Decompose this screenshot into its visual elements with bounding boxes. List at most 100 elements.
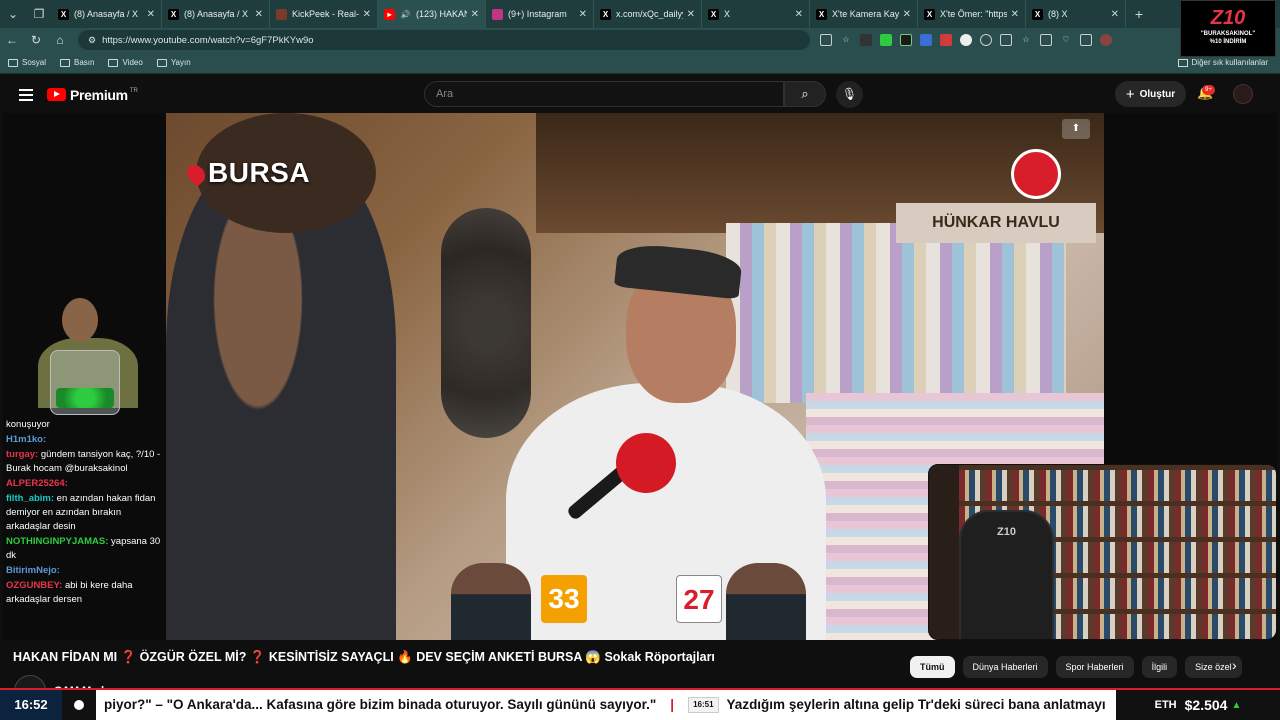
favorites-icon[interactable]: ☆ (1020, 34, 1032, 46)
chat-message: NOTHINGINPYJAMAS: yapsana 30 dk (6, 535, 166, 563)
close-tab-icon[interactable]: ✕ (471, 9, 479, 20)
heart-icon[interactable]: ♡ (1060, 34, 1072, 46)
promo-logo: Z10 (1210, 7, 1246, 29)
expand-icon[interactable]: ⬆ (1062, 119, 1090, 139)
extension-icon[interactable] (980, 34, 992, 46)
promo-discount: %10 İNDİRİM (1209, 39, 1247, 45)
folder-icon (8, 58, 18, 67)
chat-message: turgay: gündem tansiyon kaç, ?/10 - Bura… (6, 448, 166, 476)
candidate-photo-right (726, 563, 806, 640)
score-left: 33 (541, 575, 587, 623)
kickpeek-icon (276, 8, 287, 20)
close-tab-icon[interactable]: ✕ (795, 9, 803, 20)
star-icon[interactable]: ☆ (840, 34, 852, 46)
up-arrow-icon: ▲ (1231, 699, 1242, 711)
home-icon[interactable]: ⌂ (48, 33, 72, 47)
close-tab-icon[interactable]: ✕ (363, 9, 371, 20)
close-tab-icon[interactable]: ✕ (579, 9, 587, 20)
extension-icon[interactable] (860, 34, 872, 46)
search-icon: ⌕ (801, 86, 809, 101)
voice-search-button[interactable]: 🎙 (836, 81, 863, 108)
tab-list-button[interactable]: ⌄ (0, 0, 26, 28)
folder-icon (60, 58, 71, 67)
browser-tab[interactable]: X (8) Anasayfa / X ✕ (162, 0, 270, 28)
url-field[interactable]: ⚙ https://www.youtube.com/watch?v=6gF7Pk… (78, 30, 810, 50)
browser-tab[interactable]: (9+) Instagram ✕ (486, 0, 594, 28)
browser-tab-active[interactable]: ▸🔊(123) HAKAN F✕ (378, 0, 486, 28)
extension-icon[interactable] (900, 34, 912, 46)
browser-tab[interactable]: XX'te Kamera Kaydı C✕ (810, 0, 918, 28)
close-tab-icon[interactable]: ✕ (687, 9, 695, 20)
bookmarks-bar: Sosyal Basın Video Yayın Diğer sık kulla… (0, 52, 1280, 74)
gaming-chair-image: Z10 (959, 510, 1054, 639)
browser-tab[interactable]: X X ✕ (702, 0, 810, 28)
browser-tab[interactable]: KickPeek - Real-time✕ (270, 0, 378, 28)
extension-icon[interactable] (960, 34, 972, 46)
account-avatar[interactable] (1233, 84, 1253, 104)
profile-avatar[interactable] (1100, 34, 1112, 46)
browser-tab[interactable]: Xx.com/xQc_dailyy/st✕ (594, 0, 702, 28)
plus-icon: + (1125, 85, 1135, 103)
chat-username[interactable]: OZGUNBEY: (6, 580, 62, 591)
browser-tab[interactable]: X (8) Anasayfa / X ✕ (52, 0, 162, 28)
chat-message: OZGUNBEY: abi bi kere daha arkadaşlar de… (6, 579, 166, 607)
close-tab-icon[interactable]: ✕ (147, 9, 155, 20)
chip-world-news[interactable]: Dünya Haberleri (962, 656, 1048, 678)
close-tab-icon[interactable]: ✕ (255, 9, 263, 20)
create-button[interactable]: + Oluştur (1115, 81, 1186, 107)
extension-icon[interactable] (880, 34, 892, 46)
tab-groups-icon[interactable]: ❐ (26, 0, 52, 28)
chip-all[interactable]: Tümü (910, 656, 955, 678)
new-tab-button[interactable]: + (1126, 6, 1152, 22)
folder-icon (1177, 58, 1188, 67)
search-button[interactable]: ⌕ (784, 81, 826, 107)
split-view-icon[interactable] (1000, 34, 1012, 46)
downloads-icon[interactable] (1080, 34, 1092, 46)
search-input[interactable]: Ara (424, 81, 784, 107)
translate-icon[interactable] (920, 34, 932, 46)
browser-tab[interactable]: XX'te Ömer: "https://✕ (918, 0, 1026, 28)
x-icon: X (1032, 8, 1043, 20)
chat-username[interactable]: BitirimNejo: (6, 565, 60, 576)
chat-username[interactable]: turgay: (6, 449, 38, 460)
bookmark-folder[interactable]: Video (108, 58, 143, 67)
notification-badge: 9+ (1202, 85, 1215, 95)
back-icon[interactable]: ← (0, 33, 24, 47)
close-tab-icon[interactable]: ✕ (1011, 9, 1019, 20)
chat-username[interactable]: NOTHINGINPYJAMAS: (6, 536, 108, 547)
close-tab-icon[interactable]: ✕ (1111, 9, 1119, 20)
x-icon: X (924, 8, 935, 20)
instagram-icon (492, 8, 503, 20)
chat-message: H1m1ko: (6, 433, 166, 447)
menu-icon[interactable] (19, 86, 33, 104)
youtube-header: Premium TR Ara ⌕ 🎙 +Oluştur 🔔 (3, 76, 1279, 113)
chat-username[interactable]: ALPER25264: (6, 478, 68, 489)
bookmark-folder[interactable]: Basın (60, 58, 94, 67)
site-info-icon[interactable]: ⚙ (88, 35, 96, 46)
chat-message: filth_abim: en azından hakan fidan demiy… (6, 492, 166, 534)
ticker-clock: 16:52 (0, 690, 62, 720)
score-right: 27 (676, 575, 722, 623)
chip-related[interactable]: İlgili (1141, 656, 1178, 678)
bookmark-folder[interactable]: Sosyal (8, 58, 46, 67)
chat-username[interactable]: H1m1ko: (6, 434, 46, 445)
chat-username[interactable]: filth_abim: (6, 493, 54, 504)
bookmark-folder[interactable]: Yayın (156, 58, 191, 67)
speaker-icon[interactable]: 🔊 (400, 9, 411, 20)
chat-message: BitirimNejo: (6, 564, 166, 578)
extension-icon[interactable] (940, 34, 952, 46)
ticker-text: piyor?" – "O Ankara'da... Kafasına göre … (96, 690, 1116, 720)
collections-icon[interactable] (1040, 34, 1052, 46)
x-icon: X (58, 8, 69, 20)
folder-icon (108, 58, 119, 67)
news-ticker: 16:52 piyor?" – "O Ankara'da... Kafasına… (0, 688, 1280, 720)
screen-icon[interactable] (820, 34, 832, 46)
browser-tab[interactable]: X (8) X ✕ (1026, 0, 1126, 28)
other-bookmarks[interactable]: Diğer sık kullanılanlar (1177, 58, 1268, 67)
chip-sports-news[interactable]: Spor Haberleri (1055, 656, 1134, 678)
chevron-right-icon[interactable]: › (1232, 657, 1237, 673)
youtube-logo[interactable]: Premium TR (47, 87, 138, 103)
extensions-bar: ☆ ☆ ♡ (820, 34, 1112, 46)
reload-icon[interactable]: ↻ (24, 33, 48, 47)
close-tab-icon[interactable]: ✕ (903, 9, 911, 20)
